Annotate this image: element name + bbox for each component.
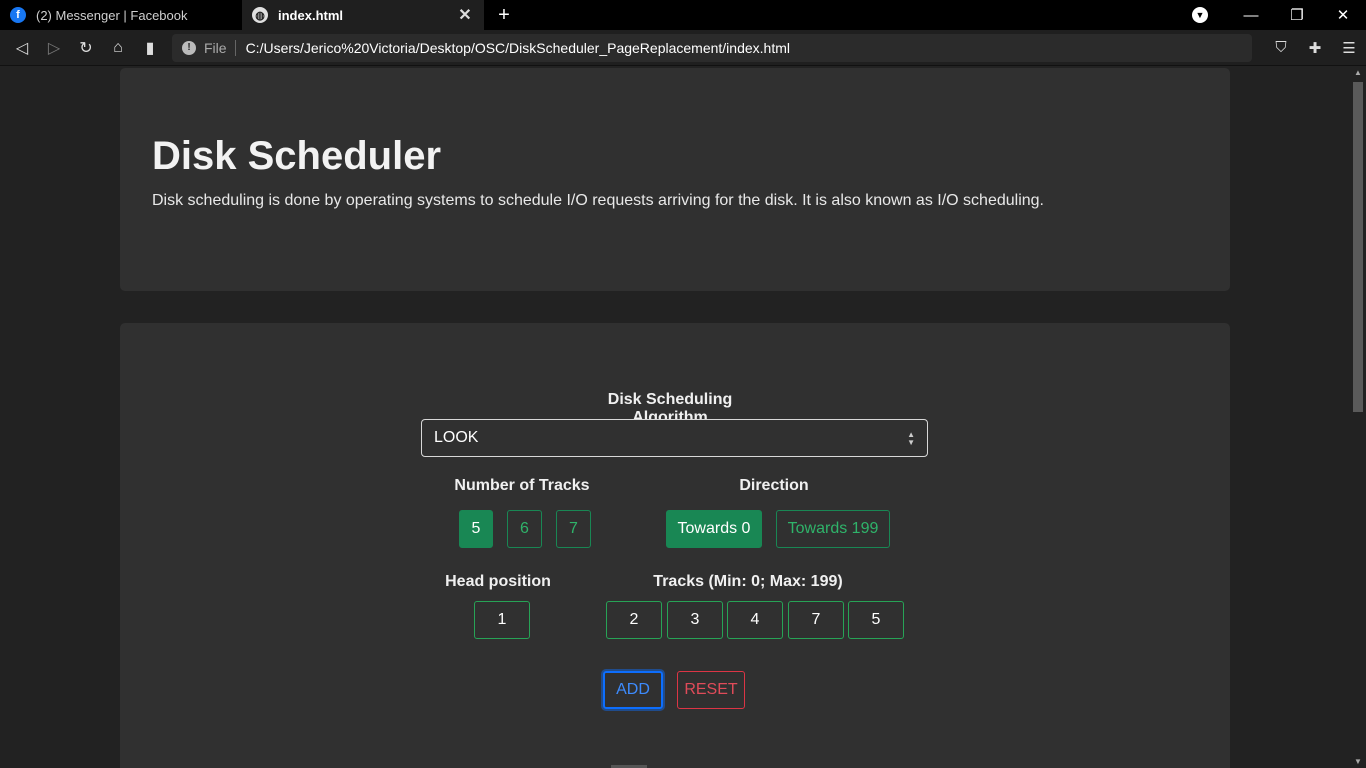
download-icon[interactable]: ▼ xyxy=(1192,7,1208,23)
back-icon[interactable]: ◁ xyxy=(6,38,38,58)
towards-0-button[interactable]: Towards 0 xyxy=(666,510,762,548)
scrollbar-thumb[interactable] xyxy=(1353,82,1363,412)
tab-messenger[interactable]: f (2) Messenger | Facebook xyxy=(0,0,242,30)
tab-index[interactable]: ◍ index.html ✕ xyxy=(242,0,484,30)
page-viewport: Disk Scheduler Disk scheduling is done b… xyxy=(0,66,1350,768)
reload-icon[interactable]: ↻ xyxy=(70,38,102,58)
algorithm-select[interactable]: LOOK ▲ ▼ xyxy=(421,419,928,457)
tab-title: (2) Messenger | Facebook xyxy=(36,7,188,23)
bookmark-icon[interactable]: ▮ xyxy=(134,38,166,58)
reset-button[interactable]: RESET xyxy=(677,671,745,709)
direction-label: Direction xyxy=(739,477,809,494)
window-controls: ▼ — ❐ ✕ xyxy=(1192,0,1366,30)
globe-icon: ◍ xyxy=(252,7,268,23)
extensions-icon[interactable]: ✚ xyxy=(1298,39,1332,57)
close-tab-icon[interactable]: ✕ xyxy=(456,5,474,25)
page-description: Disk scheduling is done by operating sys… xyxy=(152,192,1044,209)
towards-199-button[interactable]: Towards 199 xyxy=(776,510,890,548)
facebook-icon: f xyxy=(10,7,26,23)
page-scrollbar[interactable]: ▲ ▼ xyxy=(1350,66,1366,768)
address-bar[interactable]: ! File C:/Users/Jerico%20Victoria/Deskto… xyxy=(172,33,1252,62)
new-tab-button[interactable]: + xyxy=(484,0,524,30)
divider xyxy=(234,39,236,56)
header-card: Disk Scheduler Disk scheduling is done b… xyxy=(120,68,1230,291)
restore-icon[interactable]: ❐ xyxy=(1274,6,1320,24)
head-position-input[interactable]: 1 xyxy=(474,601,530,639)
url-text[interactable]: C:/Users/Jerico%20Victoria/Desktop/OSC/D… xyxy=(246,40,790,56)
track-count-7-button[interactable]: 7 xyxy=(556,510,591,548)
toolbar-right: ⛉ ✚ ☰ xyxy=(1264,39,1366,57)
tracks-input-label: Tracks (Min: 0; Max: 199) xyxy=(653,573,843,590)
browser-tabbar: f (2) Messenger | Facebook ◍ index.html … xyxy=(0,0,1366,30)
menu-icon[interactable]: ☰ xyxy=(1332,39,1366,57)
brave-shield-icon[interactable]: ⛉ xyxy=(1264,39,1298,56)
track-count-5-button[interactable]: 5 xyxy=(459,510,493,548)
track-input[interactable]: 3 xyxy=(667,601,723,639)
track-input[interactable]: 2 xyxy=(606,601,662,639)
track-count-6-button[interactable]: 6 xyxy=(507,510,542,548)
page-title: Disk Scheduler xyxy=(152,134,442,178)
browser-toolbar: ◁ ▷ ↻ ⌂ ▮ ! File C:/Users/Jerico%20Victo… xyxy=(0,30,1366,66)
forward-icon[interactable]: ▷ xyxy=(38,38,70,58)
tracks-count-label: Number of Tracks xyxy=(454,477,590,494)
track-input[interactable]: 4 xyxy=(727,601,783,639)
select-caret-icon: ▲ ▼ xyxy=(907,430,915,447)
home-icon[interactable]: ⌂ xyxy=(102,39,134,57)
add-button[interactable]: ADD xyxy=(603,671,663,709)
track-input[interactable]: 7 xyxy=(788,601,844,639)
info-icon[interactable]: ! xyxy=(182,40,196,55)
algorithm-selected-value: LOOK xyxy=(434,429,479,446)
scroll-up-icon[interactable]: ▲ xyxy=(1350,68,1366,77)
tab-title: index.html xyxy=(278,7,344,23)
track-input[interactable]: 5 xyxy=(848,601,904,639)
minimize-icon[interactable]: — xyxy=(1228,7,1274,24)
close-window-icon[interactable]: ✕ xyxy=(1320,6,1366,24)
head-position-label: Head position xyxy=(445,573,551,590)
file-label: File xyxy=(204,39,227,56)
scheduler-form-card: Disk Scheduling Algorithm LOOK ▲ ▼ Number… xyxy=(120,323,1230,768)
scroll-down-icon[interactable]: ▼ xyxy=(1350,757,1366,766)
